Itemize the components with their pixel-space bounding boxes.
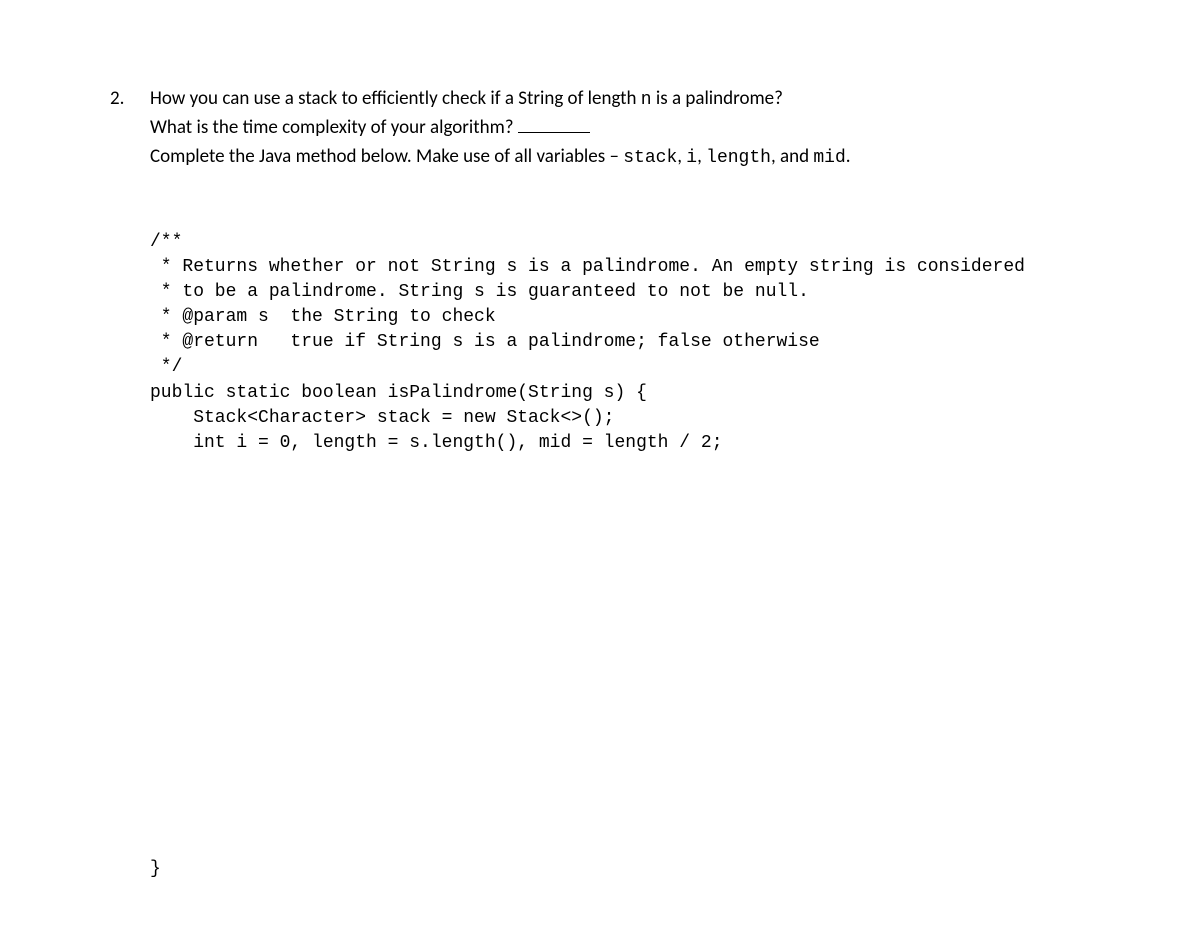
question-line-3: Complete the Java method below. Make use…: [150, 143, 1090, 172]
q2-text: What is the time complexity of your algo…: [150, 116, 518, 139]
code-line-8: Stack<Character> stack = new Stack<>();: [150, 406, 1090, 431]
code-line-3: * to be a palindrome. String s is guaran…: [150, 280, 1090, 305]
q3-text-prefix: Complete the Java method below. Make use…: [150, 145, 623, 168]
question-number: 2.: [110, 85, 150, 114]
q3-code-stack: stack: [623, 148, 677, 168]
code-closing-brace: }: [150, 856, 1090, 883]
question-line-1: How you can use a stack to efficiently c…: [150, 85, 1090, 114]
code-line-9: int i = 0, length = s.length(), mid = le…: [150, 431, 1090, 456]
q1-code-n: n: [641, 90, 652, 110]
code-line-4: * @param s the String to check: [150, 305, 1090, 330]
q3-suffix: .: [846, 145, 851, 168]
code-line-5: * @return true if String s is a palindro…: [150, 330, 1090, 355]
code-line-6: */: [150, 355, 1090, 380]
code-line-2: * Returns whether or not String s is a p…: [150, 255, 1090, 280]
code-line-1: /**: [150, 230, 1090, 255]
q3-code-i: i: [686, 148, 697, 168]
answer-blank[interactable]: [518, 132, 590, 133]
question-content: How you can use a stack to efficiently c…: [150, 85, 1090, 883]
q3-sep3: , and: [771, 145, 813, 168]
q1-text-suffix: is a palindrome?: [652, 87, 783, 110]
q3-code-length: length: [706, 148, 771, 168]
question-line-2: What is the time complexity of your algo…: [150, 114, 1090, 143]
code-block: /** * Returns whether or not String s is…: [150, 230, 1090, 457]
q3-code-mid: mid: [813, 148, 845, 168]
q3-sep1: ,: [677, 145, 686, 168]
question-block: 2. How you can use a stack to efficientl…: [110, 85, 1090, 883]
q3-sep2: ,: [697, 145, 706, 168]
code-line-7: public static boolean isPalindrome(Strin…: [150, 381, 1090, 406]
q1-text-prefix: How you can use a stack to efficiently c…: [150, 87, 641, 110]
